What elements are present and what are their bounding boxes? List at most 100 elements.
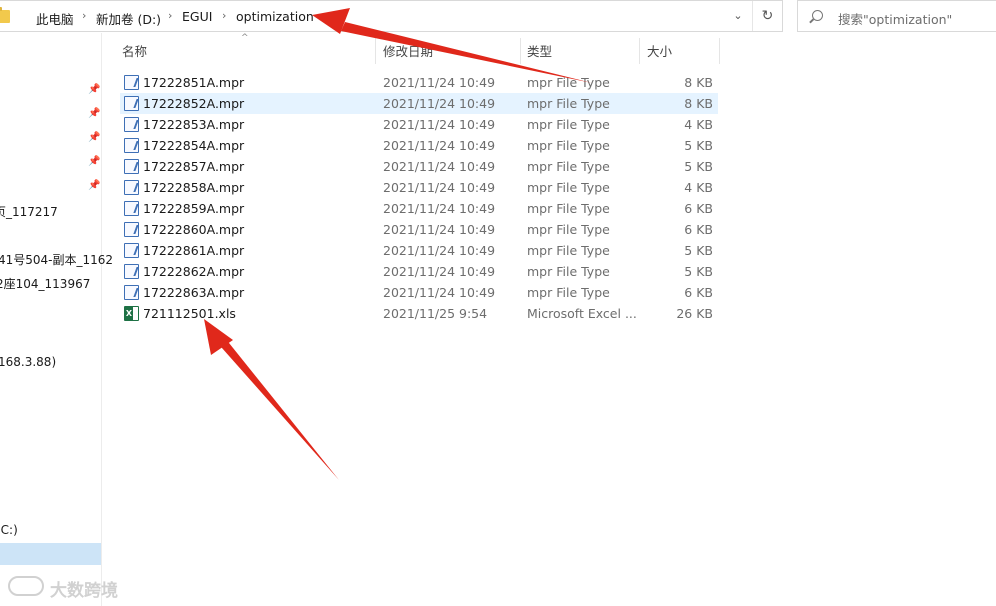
- chevron-right-icon[interactable]: ›: [82, 9, 86, 22]
- column-header-size[interactable]: 大小: [641, 38, 719, 66]
- file-date: 2021/11/24 10:49: [383, 180, 496, 195]
- file-type: mpr File Type: [527, 222, 610, 237]
- file-date: 2021/11/24 10:49: [383, 285, 496, 300]
- file-name: 17222862A.mpr: [143, 264, 245, 279]
- file-name: 17222861A.mpr: [143, 243, 245, 258]
- column-header-date[interactable]: 修改日期: [377, 38, 519, 66]
- file-type: mpr File Type: [527, 75, 610, 90]
- file-size: 8 KB: [684, 75, 713, 90]
- nav-item-quick-2[interactable]: 41号504-副本_1162: [0, 251, 113, 268]
- file-row[interactable]: 17222854A.mpr 2021/11/24 10:49 mpr File Ty…: [120, 135, 718, 156]
- file-name: 17222859A.mpr: [143, 201, 245, 216]
- nav-item-drive-c[interactable]: (C:): [0, 523, 18, 537]
- file-name: 17222863A.mpr: [143, 285, 245, 300]
- file-row[interactable]: 17222851A.mpr 2021/11/24 10:49 mpr File Ty…: [120, 72, 718, 93]
- file-date: 2021/11/24 10:49: [383, 201, 496, 216]
- file-name: 17222857A.mpr: [143, 159, 245, 174]
- column-divider[interactable]: [639, 38, 640, 64]
- column-divider[interactable]: [719, 38, 720, 64]
- watermark-text: 大数跨境: [50, 581, 118, 601]
- search-placeholder: 搜索"optimization": [838, 12, 953, 27]
- chevron-right-icon[interactable]: ›: [168, 9, 172, 22]
- file-size: 4 KB: [684, 180, 713, 195]
- mpr-file-icon: [124, 75, 139, 90]
- file-type: mpr File Type: [527, 138, 610, 153]
- column-header-name[interactable]: 名称: [116, 38, 374, 66]
- file-row[interactable]: 17222858A.mpr 2021/11/24 10:49 mpr File Ty…: [120, 177, 718, 198]
- column-divider[interactable]: [375, 38, 376, 64]
- breadcrumb-optimization[interactable]: optimization: [236, 9, 314, 24]
- nav-item-selected[interactable]: [0, 543, 101, 565]
- file-date: 2021/11/24 10:49: [383, 264, 496, 279]
- nav-item-network-drive[interactable]: 168.3.88): [0, 355, 56, 369]
- file-type: mpr File Type: [527, 285, 610, 300]
- mpr-file-icon: [124, 96, 139, 111]
- mpr-file-icon: [124, 222, 139, 237]
- file-size: 5 KB: [684, 159, 713, 174]
- file-type: mpr File Type: [527, 180, 610, 195]
- file-type: Microsoft Excel ...: [527, 306, 637, 321]
- file-row[interactable]: 17222862A.mpr 2021/11/24 10:49 mpr File Ty…: [120, 261, 718, 282]
- mpr-file-icon: [124, 264, 139, 279]
- chevron-right-icon[interactable]: ›: [222, 9, 226, 22]
- nav-item-quick-3[interactable]: 2座104_113967: [0, 275, 90, 292]
- pin-icon[interactable]: 📌: [88, 156, 100, 168]
- search-input[interactable]: 搜索"optimization": [797, 0, 996, 32]
- file-type: mpr File Type: [527, 243, 610, 258]
- file-row[interactable]: 17222861A.mpr 2021/11/24 10:49 mpr File Ty…: [120, 240, 718, 261]
- address-bar[interactable]: 此电脑 › 新加卷 (D:) › EGUI › optimization ⌄ ↻: [0, 0, 783, 32]
- file-name: 17222858A.mpr: [143, 180, 245, 195]
- file-date: 2021/11/25 9:54: [383, 306, 488, 321]
- file-row[interactable]: 17222853A.mpr 2021/11/24 10:49 mpr File Ty…: [120, 114, 718, 135]
- file-size: 5 KB: [684, 264, 713, 279]
- file-name: 17222860A.mpr: [143, 222, 245, 237]
- file-size: 6 KB: [684, 285, 713, 300]
- file-size: 6 KB: [684, 201, 713, 216]
- file-size: 26 KB: [676, 306, 713, 321]
- chevron-down-icon[interactable]: ⌄: [727, 1, 749, 31]
- nav-item-quick-1[interactable]: 页_117217: [0, 203, 58, 220]
- file-row[interactable]: 17222859A.mpr 2021/11/24 10:49 mpr File Ty…: [120, 198, 718, 219]
- file-name: 721112501.xls: [143, 306, 236, 321]
- file-date: 2021/11/24 10:49: [383, 243, 496, 258]
- mpr-file-icon: [124, 201, 139, 216]
- file-size: 6 KB: [684, 222, 713, 237]
- file-name: 17222854A.mpr: [143, 138, 245, 153]
- file-date: 2021/11/24 10:49: [383, 138, 496, 153]
- file-row[interactable]: 17222863A.mpr 2021/11/24 10:49 mpr File Ty…: [120, 282, 718, 303]
- search-icon: [812, 10, 823, 21]
- breadcrumb-egui[interactable]: EGUI: [182, 9, 212, 24]
- mpr-file-icon: [124, 138, 139, 153]
- pin-icon[interactable]: 📌: [88, 180, 100, 192]
- file-name: 17222851A.mpr: [143, 75, 245, 90]
- mpr-file-icon: [124, 180, 139, 195]
- file-type: mpr File Type: [527, 117, 610, 132]
- file-row[interactable]: 17222852A.mpr 2021/11/24 10:49 mpr File Ty…: [120, 93, 718, 114]
- file-type: mpr File Type: [527, 264, 610, 279]
- navigation-pane[interactable]: 📌 📌 📌 📌 📌 页_117217 41号504-副本_1162 2座104_…: [0, 33, 113, 606]
- breadcrumb-this-pc[interactable]: 此电脑: [36, 9, 74, 28]
- file-name: 17222853A.mpr: [143, 117, 245, 132]
- file-size: 4 KB: [684, 117, 713, 132]
- mpr-file-icon: [124, 285, 139, 300]
- file-row[interactable]: 17222857A.mpr 2021/11/24 10:49 mpr File Ty…: [120, 156, 718, 177]
- file-row[interactable]: 17222860A.mpr 2021/11/24 10:49 mpr File Ty…: [120, 219, 718, 240]
- pin-icon[interactable]: 📌: [88, 132, 100, 144]
- file-size: 8 KB: [684, 96, 713, 111]
- file-row[interactable]: 721112501.xls 2021/11/25 9:54 Microsoft Ex…: [120, 303, 718, 324]
- breadcrumb-drive-d[interactable]: 新加卷 (D:): [96, 9, 161, 28]
- file-date: 2021/11/24 10:49: [383, 75, 496, 90]
- refresh-icon[interactable]: ↻: [752, 1, 782, 31]
- file-name: 17222852A.mpr: [143, 96, 245, 111]
- watermark-logo-icon: [8, 576, 44, 596]
- column-header-type[interactable]: 类型: [521, 38, 639, 66]
- pin-icon[interactable]: 📌: [88, 84, 100, 96]
- excel-file-icon: [124, 306, 139, 321]
- file-size: 5 KB: [684, 138, 713, 153]
- pin-icon[interactable]: 📌: [88, 108, 100, 120]
- file-type: mpr File Type: [527, 159, 610, 174]
- file-date: 2021/11/24 10:49: [383, 96, 496, 111]
- file-date: 2021/11/24 10:49: [383, 222, 496, 237]
- file-size: 5 KB: [684, 243, 713, 258]
- file-date: 2021/11/24 10:49: [383, 159, 496, 174]
